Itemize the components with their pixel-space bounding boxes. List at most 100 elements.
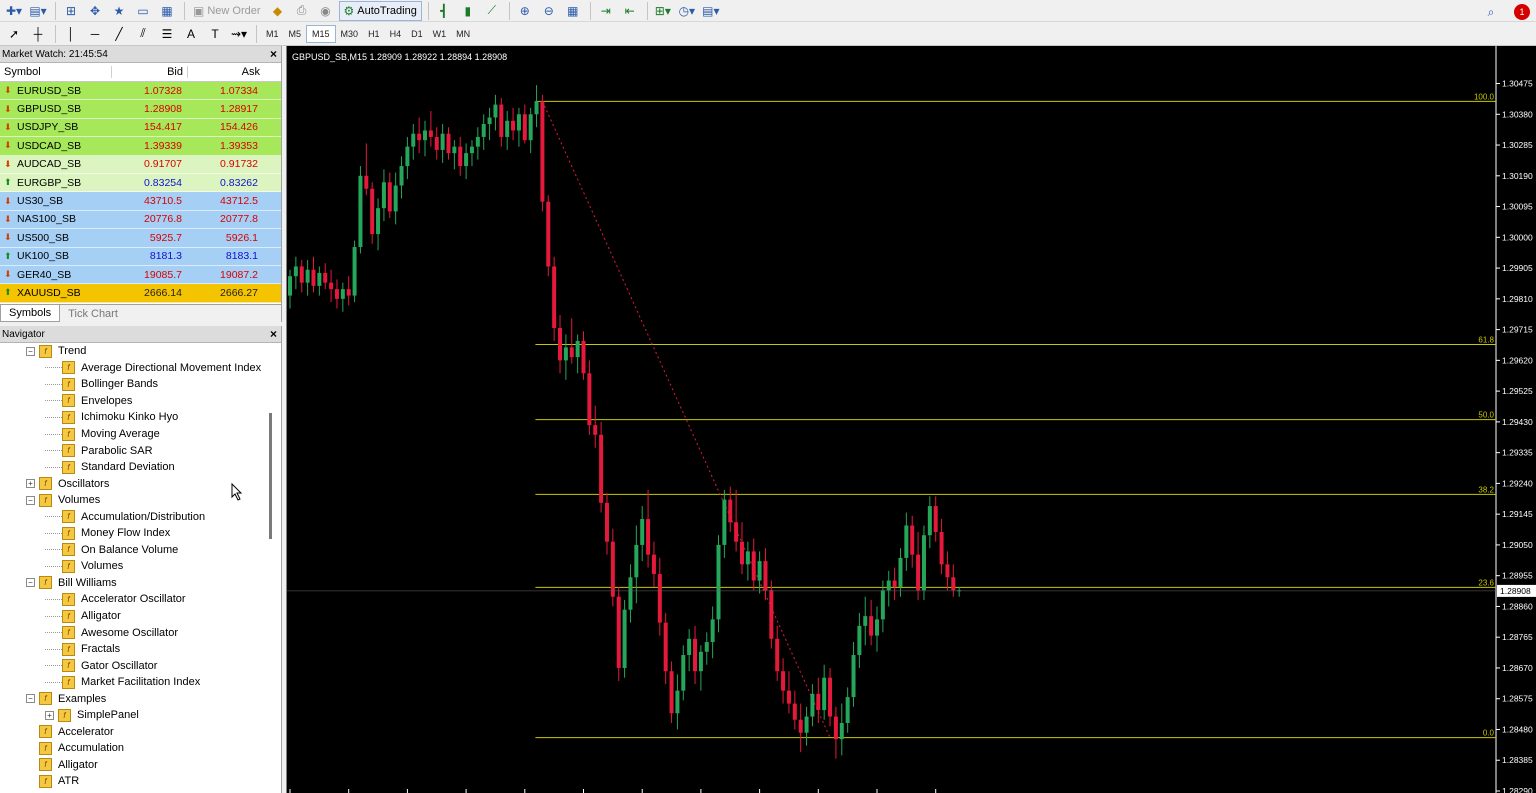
navigator-item[interactable]: f Accumulation <box>0 740 270 757</box>
tab-tick-chart[interactable]: Tick Chart <box>60 305 126 322</box>
timeframe-h1[interactable]: H1 <box>363 25 385 43</box>
navigator-item[interactable]: f Bollinger Bands <box>0 376 270 393</box>
horizontal-line-icon[interactable]: ─ <box>84 24 106 44</box>
trendline-icon[interactable]: ╱ <box>108 24 130 44</box>
collapse-icon[interactable]: − <box>26 578 35 588</box>
timeframe-d1[interactable]: D1 <box>406 25 428 43</box>
navigator-item[interactable]: f Gator Oscillator <box>0 657 270 674</box>
timeframe-m1[interactable]: M1 <box>261 25 284 43</box>
crosshair-icon[interactable]: ┼ <box>27 24 49 44</box>
text-label-icon[interactable]: T <box>204 24 226 44</box>
new-order-button[interactable]: ▣ New Order <box>189 1 265 21</box>
text-icon[interactable]: A <box>180 24 202 44</box>
print-icon[interactable]: ⎙ <box>291 1 313 21</box>
auto-trading-button[interactable]: ⚙ AutoTrading <box>338 0 422 21</box>
periods-clock-icon[interactable]: ◷▾ <box>676 1 698 21</box>
fibonacci-icon[interactable]: ☰ <box>156 24 178 44</box>
collapse-icon[interactable]: − <box>26 694 35 704</box>
market-watch-row[interactable]: ⬇ NAS100_SB 20776.8 20777.8 <box>0 210 281 230</box>
metaeditor-icon[interactable]: ◆ <box>267 1 289 21</box>
navigator-item[interactable]: f ATR <box>0 773 270 790</box>
navigator-item[interactable]: − f Trend <box>0 343 270 360</box>
strategy-tester-icon[interactable]: ▦ <box>156 1 178 21</box>
candlestick-chart-icon[interactable]: ▮ <box>457 1 479 21</box>
market-watch-row[interactable]: ⬆ UK100_SB 8181.3 8183.1 <box>0 247 281 266</box>
navigator-item[interactable]: f Average Directional Movement Index <box>0 360 270 377</box>
alert-badge[interactable]: 1 <box>1514 4 1530 20</box>
navigator-item[interactable]: f Envelopes <box>0 393 270 410</box>
navigator-toggle-icon[interactable]: ★ <box>108 1 130 21</box>
navigator-item[interactable]: f Fractals <box>0 641 270 658</box>
column-header-bid[interactable]: Bid <box>112 66 188 78</box>
terminal-toggle-icon[interactable]: ▭ <box>132 1 154 21</box>
data-window-toggle-icon[interactable]: ✥ <box>84 1 106 21</box>
chart-shift-icon[interactable]: ⇥ <box>595 1 617 21</box>
cursor-icon[interactable]: ➚ <box>3 24 25 44</box>
market-watch-toggle-icon[interactable]: ⊞ <box>60 1 82 21</box>
market-watch-row[interactable]: ⬇ GER40_SB 19085.7 19087.2 <box>0 265 281 285</box>
market-watch-row[interactable]: ⬇ US500_SB 5925.7 5926.1 <box>0 229 281 248</box>
collapse-icon[interactable]: − <box>26 495 35 505</box>
zoom-in-icon[interactable]: ⊕ <box>514 1 536 21</box>
scrollbar-thumb[interactable] <box>269 413 272 539</box>
column-header-ask[interactable]: Ask <box>188 66 264 78</box>
new-chart-icon[interactable]: ✚▾ <box>3 1 25 21</box>
navigator-item[interactable]: f Parabolic SAR <box>0 442 270 459</box>
timeframe-h4[interactable]: H4 <box>385 25 407 43</box>
autoscroll-icon[interactable]: ⇤ <box>619 1 641 21</box>
column-header-symbol[interactable]: Symbol <box>0 66 112 78</box>
navigator-item[interactable]: f Ichimoku Kinko Hyo <box>0 409 270 426</box>
zoom-out-icon[interactable]: ⊖ <box>538 1 560 21</box>
close-icon[interactable]: × <box>270 327 277 341</box>
timeframe-m30[interactable]: M30 <box>336 25 364 43</box>
indicators-icon[interactable]: ⊞▾ <box>652 1 674 21</box>
market-watch-row[interactable]: ⬆ XAUUSD_SB 2666.14 2666.27 <box>0 284 281 303</box>
navigator-item[interactable]: + f Oscillators <box>0 475 270 492</box>
navigator-item[interactable]: f Volumes <box>0 558 270 575</box>
timeframe-mn[interactable]: MN <box>451 25 475 43</box>
navigator-item[interactable]: f Market Facilitation Index <box>0 674 270 691</box>
navigator-item[interactable]: − f Volumes <box>0 492 270 509</box>
navigator-item[interactable]: f Accelerator Oscillator <box>0 591 270 608</box>
signals-icon[interactable]: ◉ <box>315 1 337 21</box>
collapse-icon[interactable]: − <box>26 346 35 356</box>
search-icon[interactable]: ⌕ <box>1480 2 1502 22</box>
arrows-icon[interactable]: ⇝▾ <box>228 24 250 44</box>
timeframe-m15[interactable]: M15 <box>306 24 336 43</box>
navigator-item[interactable]: f Moving Average <box>0 426 270 443</box>
vertical-line-icon[interactable]: │ <box>60 24 82 44</box>
tile-windows-icon[interactable]: ▦ <box>562 1 584 21</box>
navigator-item[interactable]: f Alligator <box>0 608 270 625</box>
market-watch-row[interactable]: ⬇ USDCAD_SB 1.39339 1.39353 <box>0 137 281 156</box>
market-watch-row[interactable]: ⬆ EURGBP_SB 0.83254 0.83262 <box>0 173 281 193</box>
expand-icon[interactable]: + <box>26 479 35 489</box>
navigator-item[interactable]: − f Bill Williams <box>0 575 270 592</box>
tab-symbols[interactable]: Symbols <box>0 305 61 322</box>
profiles-icon[interactable]: ▤▾ <box>27 1 49 21</box>
navigator-item[interactable]: f Money Flow Index <box>0 525 270 542</box>
market-watch-row[interactable]: ⬇ GBPUSD_SB 1.28908 1.28917 <box>0 100 281 119</box>
navigator-item[interactable]: f Awesome Oscillator <box>0 624 270 641</box>
market-watch-row[interactable]: ⬇ US30_SB 43710.5 43712.5 <box>0 192 281 211</box>
line-chart-icon[interactable]: ⟋ <box>481 1 503 21</box>
navigator-item[interactable]: + f SimplePanel <box>0 707 270 724</box>
navigator-item[interactable]: − f Examples <box>0 690 270 707</box>
navigator-item[interactable]: f Alligator <box>0 757 270 774</box>
market-watch-row[interactable]: ⬇ USDJPY_SB 154.417 154.426 <box>0 118 281 138</box>
bar-chart-icon[interactable]: ┫ <box>433 1 455 21</box>
equidistant-channel-icon[interactable]: ⫽ <box>132 24 154 44</box>
timeframe-m5[interactable]: M5 <box>284 25 307 43</box>
navigator-item[interactable]: f On Balance Volume <box>0 542 270 559</box>
chart-window[interactable]: GBPUSD_SB,M15 1.28909 1.28922 1.28894 1.… <box>286 46 1536 793</box>
timeframe-w1[interactable]: W1 <box>428 25 452 43</box>
close-icon[interactable]: × <box>270 47 277 61</box>
navigator-scrollbar[interactable] <box>269 343 273 793</box>
navigator-item[interactable]: f Accumulation/Distribution <box>0 508 270 525</box>
market-watch-row[interactable]: ⬇ AUDCAD_SB 0.91707 0.91732 <box>0 155 281 174</box>
price-chart[interactable]: GBPUSD_SB,M15 1.28909 1.28922 1.28894 1.… <box>287 46 1536 793</box>
navigator-item[interactable]: f Accelerator <box>0 724 270 741</box>
market-watch-row[interactable]: ⬇ EURUSD_SB 1.07328 1.07334 <box>0 82 281 101</box>
expand-icon[interactable]: + <box>45 710 54 720</box>
templates-icon[interactable]: ▤▾ <box>700 1 722 21</box>
navigator-item[interactable]: f Standard Deviation <box>0 459 270 476</box>
